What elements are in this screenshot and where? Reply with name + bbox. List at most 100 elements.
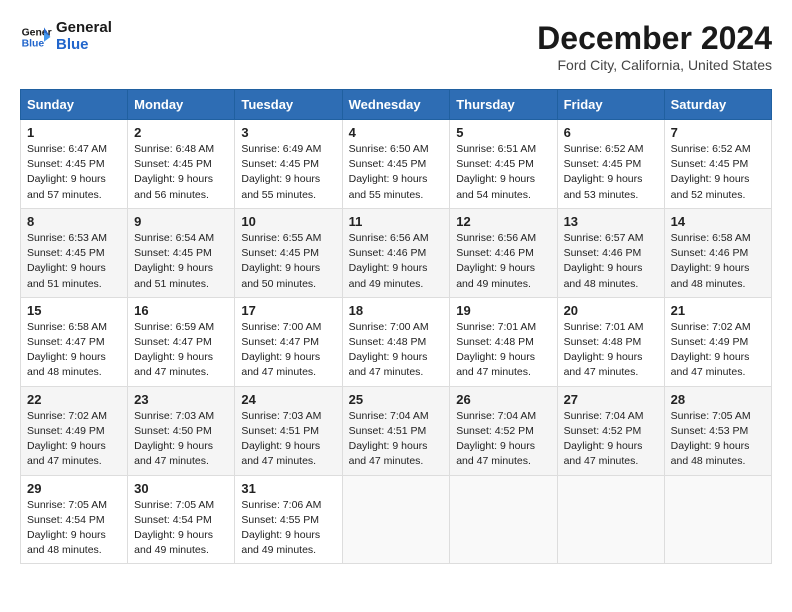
cell-content: Sunrise: 6:56 AM Sunset: 4:46 PM Dayligh… <box>349 231 444 292</box>
calendar-table: SundayMondayTuesdayWednesdayThursdayFrid… <box>20 89 772 564</box>
cell-content: Sunrise: 6:59 AM Sunset: 4:47 PM Dayligh… <box>134 320 228 381</box>
calendar-cell <box>557 475 664 564</box>
logo-blue: Blue <box>56 37 112 54</box>
logo-icon: General Blue <box>20 21 52 53</box>
logo-general: General <box>56 20 112 37</box>
day-number: 7 <box>671 125 765 140</box>
day-number: 12 <box>456 214 550 229</box>
day-number: 8 <box>27 214 121 229</box>
calendar-week-1: 1 Sunrise: 6:47 AM Sunset: 4:45 PM Dayli… <box>21 120 772 209</box>
day-number: 6 <box>564 125 658 140</box>
calendar-cell: 23 Sunrise: 7:03 AM Sunset: 4:50 PM Dayl… <box>128 386 235 475</box>
cell-content: Sunrise: 6:58 AM Sunset: 4:46 PM Dayligh… <box>671 231 765 292</box>
location: Ford City, California, United States <box>537 57 772 73</box>
calendar-cell: 16 Sunrise: 6:59 AM Sunset: 4:47 PM Dayl… <box>128 297 235 386</box>
day-number: 25 <box>349 392 444 407</box>
cell-content: Sunrise: 7:05 AM Sunset: 4:54 PM Dayligh… <box>27 498 121 559</box>
calendar-cell: 12 Sunrise: 6:56 AM Sunset: 4:46 PM Dayl… <box>450 208 557 297</box>
day-number: 3 <box>241 125 335 140</box>
day-number: 28 <box>671 392 765 407</box>
weekday-header-tuesday: Tuesday <box>235 90 342 120</box>
calendar-week-5: 29 Sunrise: 7:05 AM Sunset: 4:54 PM Dayl… <box>21 475 772 564</box>
calendar-cell: 6 Sunrise: 6:52 AM Sunset: 4:45 PM Dayli… <box>557 120 664 209</box>
calendar-header-row: SundayMondayTuesdayWednesdayThursdayFrid… <box>21 90 772 120</box>
cell-content: Sunrise: 7:01 AM Sunset: 4:48 PM Dayligh… <box>564 320 658 381</box>
cell-content: Sunrise: 6:51 AM Sunset: 4:45 PM Dayligh… <box>456 142 550 203</box>
cell-content: Sunrise: 7:00 AM Sunset: 4:48 PM Dayligh… <box>349 320 444 381</box>
day-number: 14 <box>671 214 765 229</box>
calendar-cell: 2 Sunrise: 6:48 AM Sunset: 4:45 PM Dayli… <box>128 120 235 209</box>
day-number: 9 <box>134 214 228 229</box>
day-number: 10 <box>241 214 335 229</box>
day-number: 16 <box>134 303 228 318</box>
calendar-cell: 15 Sunrise: 6:58 AM Sunset: 4:47 PM Dayl… <box>21 297 128 386</box>
calendar-cell: 13 Sunrise: 6:57 AM Sunset: 4:46 PM Dayl… <box>557 208 664 297</box>
weekday-header-wednesday: Wednesday <box>342 90 450 120</box>
weekday-header-monday: Monday <box>128 90 235 120</box>
cell-content: Sunrise: 7:05 AM Sunset: 4:54 PM Dayligh… <box>134 498 228 559</box>
day-number: 26 <box>456 392 550 407</box>
cell-content: Sunrise: 7:06 AM Sunset: 4:55 PM Dayligh… <box>241 498 335 559</box>
day-number: 13 <box>564 214 658 229</box>
day-number: 31 <box>241 481 335 496</box>
calendar-cell: 10 Sunrise: 6:55 AM Sunset: 4:45 PM Dayl… <box>235 208 342 297</box>
day-number: 22 <box>27 392 121 407</box>
cell-content: Sunrise: 7:04 AM Sunset: 4:52 PM Dayligh… <box>456 409 550 470</box>
calendar-cell: 26 Sunrise: 7:04 AM Sunset: 4:52 PM Dayl… <box>450 386 557 475</box>
calendar-cell: 11 Sunrise: 6:56 AM Sunset: 4:46 PM Dayl… <box>342 208 450 297</box>
day-number: 27 <box>564 392 658 407</box>
calendar-cell <box>450 475 557 564</box>
page-header: General Blue General Blue December 2024 … <box>20 20 772 73</box>
cell-content: Sunrise: 6:47 AM Sunset: 4:45 PM Dayligh… <box>27 142 121 203</box>
day-number: 29 <box>27 481 121 496</box>
calendar-cell: 1 Sunrise: 6:47 AM Sunset: 4:45 PM Dayli… <box>21 120 128 209</box>
calendar-cell <box>664 475 771 564</box>
weekday-header-saturday: Saturday <box>664 90 771 120</box>
calendar-cell: 5 Sunrise: 6:51 AM Sunset: 4:45 PM Dayli… <box>450 120 557 209</box>
cell-content: Sunrise: 7:02 AM Sunset: 4:49 PM Dayligh… <box>27 409 121 470</box>
day-number: 23 <box>134 392 228 407</box>
weekday-header-friday: Friday <box>557 90 664 120</box>
calendar-cell: 22 Sunrise: 7:02 AM Sunset: 4:49 PM Dayl… <box>21 386 128 475</box>
cell-content: Sunrise: 6:50 AM Sunset: 4:45 PM Dayligh… <box>349 142 444 203</box>
calendar-week-4: 22 Sunrise: 7:02 AM Sunset: 4:49 PM Dayl… <box>21 386 772 475</box>
day-number: 4 <box>349 125 444 140</box>
day-number: 17 <box>241 303 335 318</box>
cell-content: Sunrise: 6:49 AM Sunset: 4:45 PM Dayligh… <box>241 142 335 203</box>
calendar-cell: 19 Sunrise: 7:01 AM Sunset: 4:48 PM Dayl… <box>450 297 557 386</box>
day-number: 15 <box>27 303 121 318</box>
day-number: 2 <box>134 125 228 140</box>
day-number: 11 <box>349 214 444 229</box>
calendar-cell: 24 Sunrise: 7:03 AM Sunset: 4:51 PM Dayl… <box>235 386 342 475</box>
cell-content: Sunrise: 6:52 AM Sunset: 4:45 PM Dayligh… <box>671 142 765 203</box>
calendar-cell: 29 Sunrise: 7:05 AM Sunset: 4:54 PM Dayl… <box>21 475 128 564</box>
calendar-cell: 3 Sunrise: 6:49 AM Sunset: 4:45 PM Dayli… <box>235 120 342 209</box>
calendar-cell: 27 Sunrise: 7:04 AM Sunset: 4:52 PM Dayl… <box>557 386 664 475</box>
cell-content: Sunrise: 7:04 AM Sunset: 4:52 PM Dayligh… <box>564 409 658 470</box>
weekday-header-thursday: Thursday <box>450 90 557 120</box>
calendar-cell: 17 Sunrise: 7:00 AM Sunset: 4:47 PM Dayl… <box>235 297 342 386</box>
calendar-cell: 25 Sunrise: 7:04 AM Sunset: 4:51 PM Dayl… <box>342 386 450 475</box>
day-number: 18 <box>349 303 444 318</box>
calendar-cell: 18 Sunrise: 7:00 AM Sunset: 4:48 PM Dayl… <box>342 297 450 386</box>
day-number: 20 <box>564 303 658 318</box>
calendar-week-2: 8 Sunrise: 6:53 AM Sunset: 4:45 PM Dayli… <box>21 208 772 297</box>
weekday-header-sunday: Sunday <box>21 90 128 120</box>
calendar-week-3: 15 Sunrise: 6:58 AM Sunset: 4:47 PM Dayl… <box>21 297 772 386</box>
day-number: 21 <box>671 303 765 318</box>
calendar-cell: 4 Sunrise: 6:50 AM Sunset: 4:45 PM Dayli… <box>342 120 450 209</box>
calendar-cell: 30 Sunrise: 7:05 AM Sunset: 4:54 PM Dayl… <box>128 475 235 564</box>
month-title: December 2024 <box>537 20 772 57</box>
cell-content: Sunrise: 6:53 AM Sunset: 4:45 PM Dayligh… <box>27 231 121 292</box>
logo: General Blue General Blue <box>20 20 112 53</box>
title-block: December 2024 Ford City, California, Uni… <box>537 20 772 73</box>
day-number: 5 <box>456 125 550 140</box>
cell-content: Sunrise: 6:56 AM Sunset: 4:46 PM Dayligh… <box>456 231 550 292</box>
cell-content: Sunrise: 6:48 AM Sunset: 4:45 PM Dayligh… <box>134 142 228 203</box>
cell-content: Sunrise: 6:58 AM Sunset: 4:47 PM Dayligh… <box>27 320 121 381</box>
cell-content: Sunrise: 7:01 AM Sunset: 4:48 PM Dayligh… <box>456 320 550 381</box>
cell-content: Sunrise: 7:02 AM Sunset: 4:49 PM Dayligh… <box>671 320 765 381</box>
cell-content: Sunrise: 7:03 AM Sunset: 4:50 PM Dayligh… <box>134 409 228 470</box>
calendar-cell: 14 Sunrise: 6:58 AM Sunset: 4:46 PM Dayl… <box>664 208 771 297</box>
cell-content: Sunrise: 7:05 AM Sunset: 4:53 PM Dayligh… <box>671 409 765 470</box>
